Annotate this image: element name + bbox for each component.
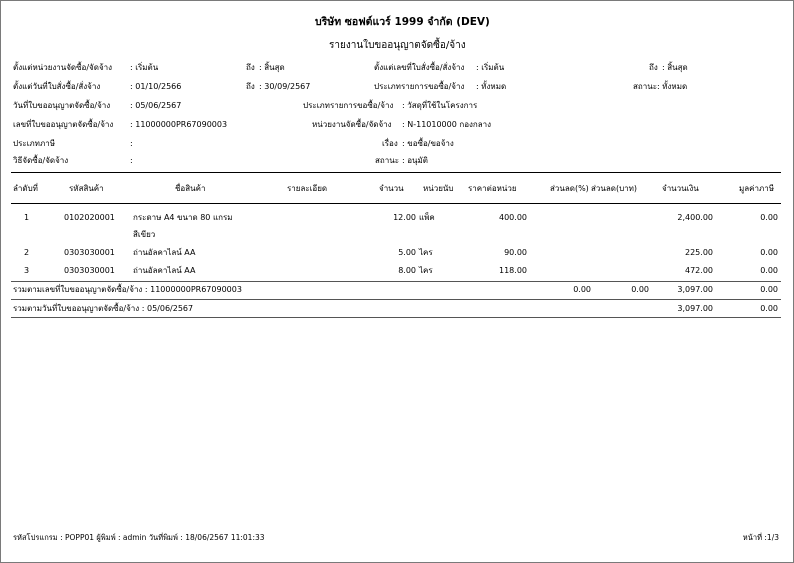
doc-item-type-value: : วัสดุที่ใช้ในโครงการ	[402, 101, 478, 110]
col-header-detail: รายละเอียด	[287, 184, 328, 193]
table-header-rule	[11, 203, 781, 204]
filter-date-from-value: : 01/10/2566	[130, 82, 182, 91]
filter-po-no-to-value: : สิ้นสุด	[662, 63, 688, 72]
doc-tax-type-value: :	[130, 139, 133, 148]
table-row-2-qty: 5.00	[398, 248, 416, 257]
doc-status-label: สถานะ	[375, 156, 399, 165]
table-row-2-name: ถ่านอัลคาไลน์ AA	[133, 248, 196, 257]
table-row-1-vat: 0.00	[760, 213, 778, 222]
table-row-1-qty: 12.00	[393, 213, 416, 222]
total-amount: 3,097.00	[677, 304, 713, 313]
table-row-2-price: 90.00	[504, 248, 527, 257]
filter-po-no-from-value: : เริ่มต้น	[476, 63, 505, 72]
subtotal-disc-amt: 0.00	[631, 285, 649, 294]
doc-no-label: เลขที่ใบขออนุญาตจัดซื้อ/จ้าง	[13, 120, 114, 129]
filter-po-no-from-label: ตั้งแต่เลขที่ใบสั่งซื้อ/สั่งจ้าง	[374, 63, 465, 72]
subtotal-label: รวมตามเลขที่ใบขออนุญาตจัดซื้อ/จ้าง : 110…	[13, 285, 242, 294]
filter-status-label: สถานะ	[633, 82, 657, 91]
filter-req-type-value: : ทั้งหมด	[476, 82, 507, 91]
col-header-price: ราคาต่อหน่วย	[468, 184, 517, 193]
doc-method-label: วิธีจัดซื้อ/จัดจ้าง	[13, 156, 69, 165]
doc-status-value: : อนุมัติ	[402, 156, 428, 165]
table-row-1-amount: 2,400.00	[677, 213, 713, 222]
table-row-3-vat: 0.00	[760, 266, 778, 275]
filter-req-type-label: ประเภทรายการขอซื้อ/จ้าง	[374, 82, 465, 91]
table-top-rule	[11, 172, 781, 173]
filter-date-from-label: ตั้งแต่วันที่ใบสั่งซื้อ/สั่งจ้าง	[13, 82, 101, 91]
table-row-2-unit: ไคร	[419, 248, 433, 257]
table-row-3-amount: 472.00	[685, 266, 713, 275]
col-header-seq: ลำดับที่	[13, 184, 38, 193]
filter-date-to-value: : 30/09/2567	[259, 82, 311, 91]
table-row-3-seq: 3	[24, 266, 30, 275]
subtotal-top-rule	[11, 281, 781, 282]
table-row-1-name: กระดาษ A4 ขนาด 80 แกรม	[133, 213, 233, 222]
table-row-3-code: 0303030001	[64, 266, 115, 275]
col-header-code: รหัสสินค้า	[69, 184, 104, 193]
filter-unit-to-value: : สิ้นสุด	[259, 63, 285, 72]
total-vat: 0.00	[760, 304, 778, 313]
filter-unit-to-label: ถึง	[246, 63, 255, 72]
table-row-1-seq: 1	[24, 213, 30, 222]
doc-no-value: : 11000000PR67090003	[130, 120, 228, 129]
doc-date-label: วันที่ใบขออนุญาตจัดซื้อ/จ้าง	[13, 101, 111, 110]
table-row-3-price: 118.00	[499, 266, 527, 275]
col-header-name: ชื่อสินค้า	[175, 184, 206, 193]
table-row-1-name2: สีเขียว	[133, 230, 156, 239]
filter-unit-from-label: ตั้งแต่หน่วยงานจัดซื้อ/จัดจ้าง	[13, 63, 113, 72]
col-header-unit: หน่วยนับ	[423, 184, 454, 193]
doc-date-value: : 05/06/2567	[130, 101, 182, 110]
col-header-disc-amt: ส่วนลด(บาท)	[591, 184, 638, 193]
filter-status-value: : ทั้งหมด	[657, 82, 688, 91]
col-header-amount: จำนวนเงิน	[662, 184, 699, 193]
table-row-2-seq: 2	[24, 248, 30, 257]
footer-page-number: หน้าที่ :1/3	[742, 533, 779, 542]
doc-subject-value: : ขอซื้อ/ขอจ้าง	[402, 139, 454, 148]
subtotal-disc-pct: 0.00	[573, 285, 591, 294]
doc-unit-value: : N-11010000 กองกลาง	[402, 120, 492, 129]
total-bottom-rule	[11, 317, 781, 318]
table-row-1-code: 0102020001	[64, 213, 115, 222]
col-header-vat: มูลค่าภาษี	[739, 184, 775, 193]
table-row-3-qty: 8.00	[398, 266, 416, 275]
filter-po-no-to-label: ถึง	[649, 63, 658, 72]
table-row-2-vat: 0.00	[760, 248, 778, 257]
col-header-disc-pct: ส่วนลด(%)	[550, 184, 589, 193]
doc-subject-label: เรื่อง	[382, 139, 398, 148]
table-row-1-unit: แพ็ค	[419, 213, 435, 222]
report-title: รายงานใบขออนุญาตจัดซื้อ/จ้าง	[329, 40, 466, 51]
table-row-2-amount: 225.00	[685, 248, 713, 257]
table-row-3-unit: ไคร	[419, 266, 433, 275]
subtotal-amount: 3,097.00	[677, 285, 713, 294]
subtotal-vat: 0.00	[760, 285, 778, 294]
total-label: รวมตามวันที่ใบขออนุญาตจัดซื้อ/จ้าง : 05/…	[13, 304, 194, 313]
footer-info: รหัสโปรแกรม : POPP01 ผู้พิมพ์ : admin วั…	[13, 533, 265, 542]
table-row-2-code: 0303030001	[64, 248, 115, 257]
company-name: บริษัท ซอฟต์แวร์ 1999 จำกัด (DEV)	[315, 16, 490, 28]
report-page: บริษัท ซอฟต์แวร์ 1999 จำกัด (DEV) รายงาน…	[0, 0, 794, 563]
col-header-qty: จำนวน	[379, 184, 404, 193]
doc-item-type-label: ประเภทรายการขอซื้อ/จ้าง	[303, 101, 394, 110]
filter-date-to-label: ถึง	[246, 82, 255, 91]
table-row-1-price: 400.00	[499, 213, 527, 222]
doc-unit-label: หน่วยงานจัดซื้อ/จัดจ้าง	[312, 120, 392, 129]
filter-unit-from-value: : เริ่มต้น	[130, 63, 159, 72]
table-row-3-name: ถ่านอัลคาไลน์ AA	[133, 266, 196, 275]
doc-tax-type-label: ประเภทภาษี	[13, 139, 55, 148]
doc-method-value: :	[130, 156, 133, 165]
subtotal-bottom-rule	[11, 299, 781, 300]
